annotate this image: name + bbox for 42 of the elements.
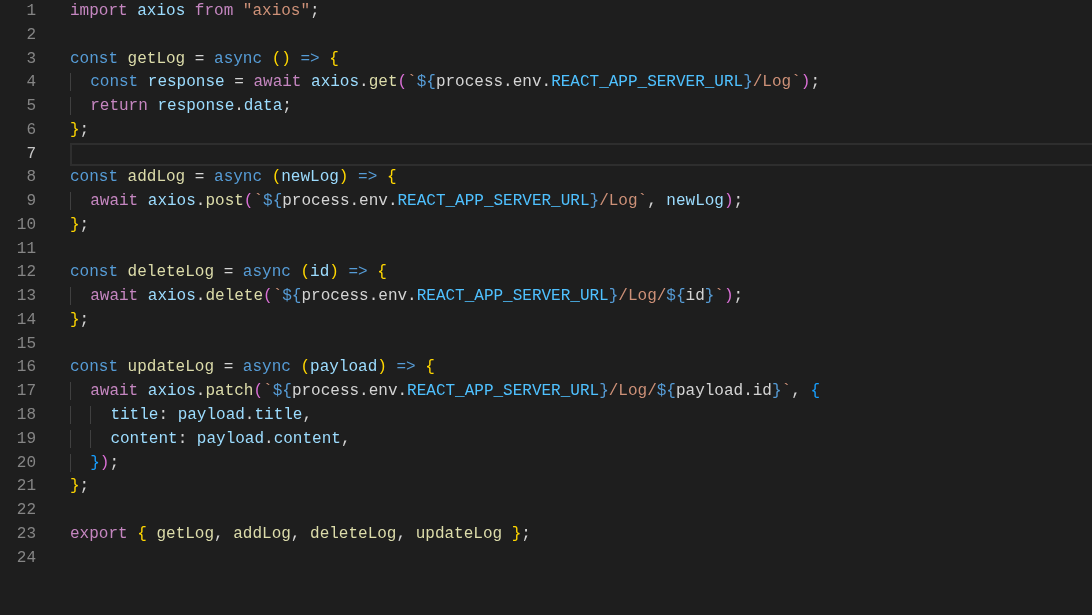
- line-number: 3: [25, 48, 36, 70]
- line-number: 2: [25, 24, 36, 46]
- line-number: 17: [15, 381, 36, 403]
- code-line: const deleteLog = async (id) => {: [70, 262, 388, 284]
- line-number: 13: [15, 286, 36, 308]
- line-number: 8: [25, 167, 36, 189]
- line-number: 20: [15, 452, 36, 474]
- line-number: 1: [25, 1, 36, 22]
- code-line: const getLog = async () => {: [70, 48, 340, 70]
- line-number: 12: [15, 262, 36, 284]
- code-line: };: [70, 214, 91, 236]
- line-number: 7: [25, 143, 36, 165]
- code-line: });: [70, 451, 1092, 476]
- code-line: };: [70, 309, 91, 331]
- line-number: 4: [25, 72, 36, 94]
- line-number: 10: [15, 214, 36, 236]
- code-line: };: [70, 119, 91, 141]
- line-number: 21: [15, 476, 36, 498]
- line-number: 24: [15, 547, 36, 569]
- line-number: 6: [25, 119, 36, 141]
- code-line: import axios from "axios";: [70, 1, 321, 22]
- code-line: content: payload.content,: [70, 427, 1092, 452]
- code-line: const updateLog = async (payload) => {: [70, 357, 436, 379]
- code-line: await axios.post(`${process.env.REACT_APP_SERVER_URL}/Log`, newLog);: [70, 190, 1092, 214]
- code-line: return response.data;: [70, 95, 1092, 119]
- code-line: const response = await axios.get(`${process.env.REACT_APP_SERVER_URL}/Log`);: [70, 71, 1092, 96]
- line-number: 11: [15, 238, 36, 260]
- code-line: const addLog = async (newLog) => {: [70, 167, 398, 189]
- line-number: 16: [15, 357, 36, 379]
- line-number: 18: [15, 405, 36, 426]
- line-number: 15: [15, 333, 36, 355]
- code-line: };: [70, 476, 91, 498]
- code-line: title: payload.title,: [70, 404, 1092, 428]
- line-number: 14: [15, 309, 36, 331]
- line-number: 5: [25, 96, 36, 118]
- code-line: await axios.patch(`${process.env.REACT_APP_SERVER_URL}/Log/${payload.id}`, {: [70, 380, 1092, 404]
- line-number: 9: [25, 191, 36, 213]
- code-line: await axios.delete(`${process.env.REACT_APP_SERVER_URL}/Log/${id}`);: [70, 285, 1092, 309]
- line-number: 23: [15, 523, 36, 545]
- line-number: 19: [15, 428, 36, 450]
- code-line: export { getLog, addLog, deleteLog, updateLog };: [70, 523, 532, 545]
- line-number: 22: [15, 500, 36, 522]
